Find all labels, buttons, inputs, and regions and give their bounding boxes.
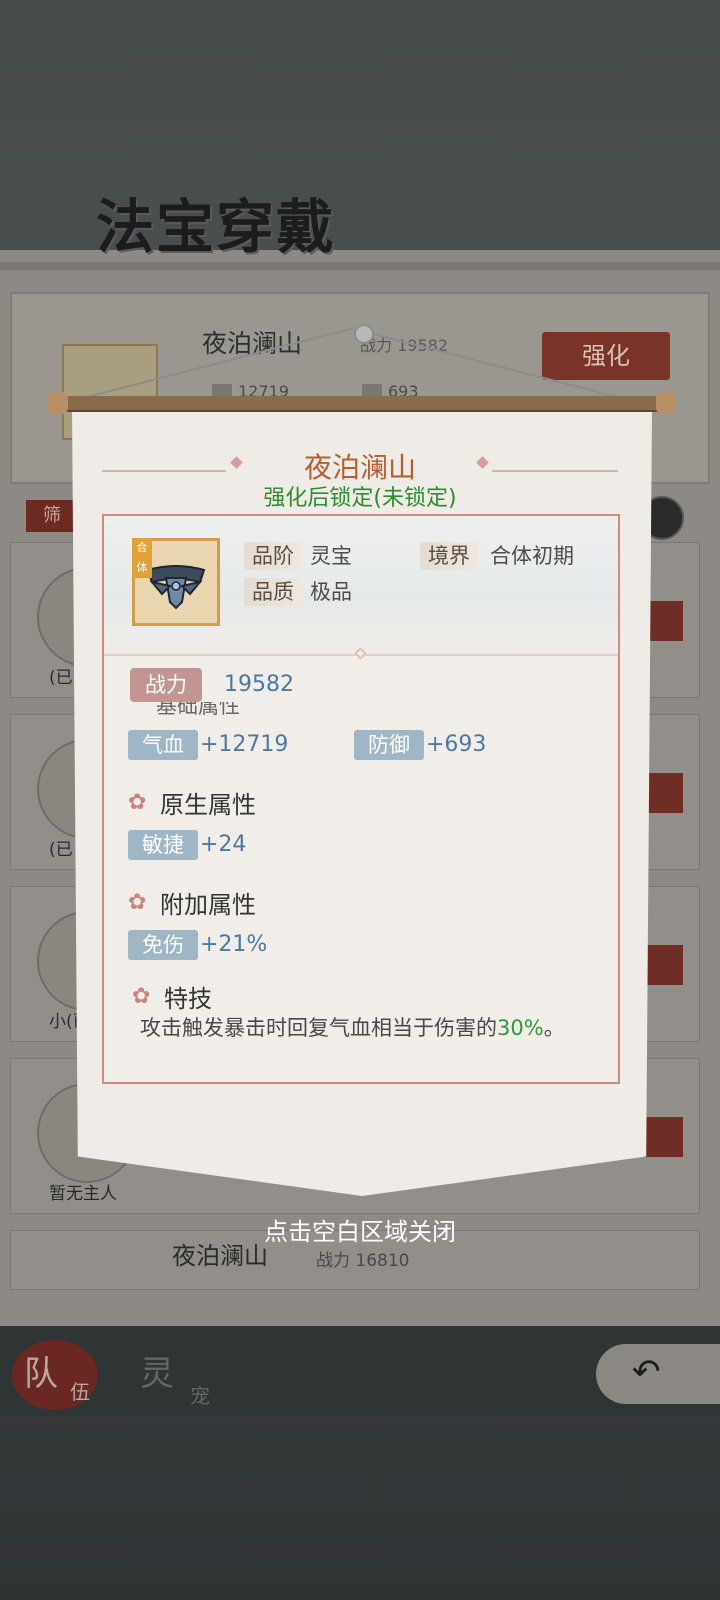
power-label: 战力 [130, 668, 202, 702]
page-title: 法宝穿戴 [96, 193, 337, 261]
skill-title: 特技 [164, 985, 212, 1013]
skill-highlight: 30% [497, 1016, 544, 1040]
flower-icon: ✿ [132, 984, 151, 1009]
back-arrow-icon: ↶ [632, 1352, 661, 1392]
back-button[interactable]: ↶ [596, 1344, 720, 1404]
enhance-button[interactable]: 强化 [542, 332, 670, 380]
skill-description: 攻击触发暴击时回复气血相当于伤害的30%。 [140, 1016, 565, 1040]
scroll-rod-end [656, 392, 676, 414]
extra-attr-title: 附加属性 [160, 891, 256, 919]
scroll-rod-end [48, 392, 68, 414]
quality-label: 品质 [244, 578, 302, 606]
list-item-power: 战力 16810 [316, 1251, 410, 1271]
hp-label: 气血 [128, 730, 198, 760]
flower-icon: ✿ [128, 790, 147, 815]
agility-value: +24 [200, 832, 247, 857]
agility-label: 敏捷 [128, 830, 198, 860]
nav-pet-sublabel: 宠 [190, 1384, 210, 1408]
belt-icon [146, 565, 206, 610]
base-attr-title-clipped: 基础属性 [156, 702, 240, 716]
lock-status: 强化后锁定(未锁定) [263, 486, 457, 511]
native-attr-title: 原生属性 [160, 791, 256, 819]
def-value: +693 [426, 732, 487, 757]
nav-team-label: 队 [24, 1354, 58, 1394]
nav-team-button[interactable]: 队 伍 [12, 1340, 98, 1410]
flower-icon: ✿ [128, 890, 147, 915]
dmgreduce-value: +21% [200, 932, 268, 957]
grade-label: 品阶 [244, 542, 302, 570]
nav-pet-label: 灵 [140, 1354, 174, 1394]
dmgreduce-label: 免伤 [128, 930, 198, 960]
scroll-rod [50, 396, 674, 410]
def-label: 防御 [354, 730, 424, 760]
hp-value: +12719 [200, 732, 289, 757]
owner-label: 暂无主人 [49, 1184, 117, 1204]
owner-label: (已 [49, 668, 73, 688]
power-value: 19582 [224, 672, 294, 697]
grade-value: 灵宝 [310, 544, 352, 568]
owner-label: (已 [49, 840, 73, 860]
hanging-peg [354, 324, 374, 344]
nav-team-sublabel: 伍 [70, 1380, 90, 1404]
realm-label: 境界 [420, 542, 478, 570]
close-hint[interactable]: 点击空白区域关闭 [0, 1212, 720, 1247]
realm-tag: 合体 [132, 538, 152, 578]
quality-value: 极品 [310, 580, 352, 604]
realm-value: 合体初期 [490, 544, 574, 568]
